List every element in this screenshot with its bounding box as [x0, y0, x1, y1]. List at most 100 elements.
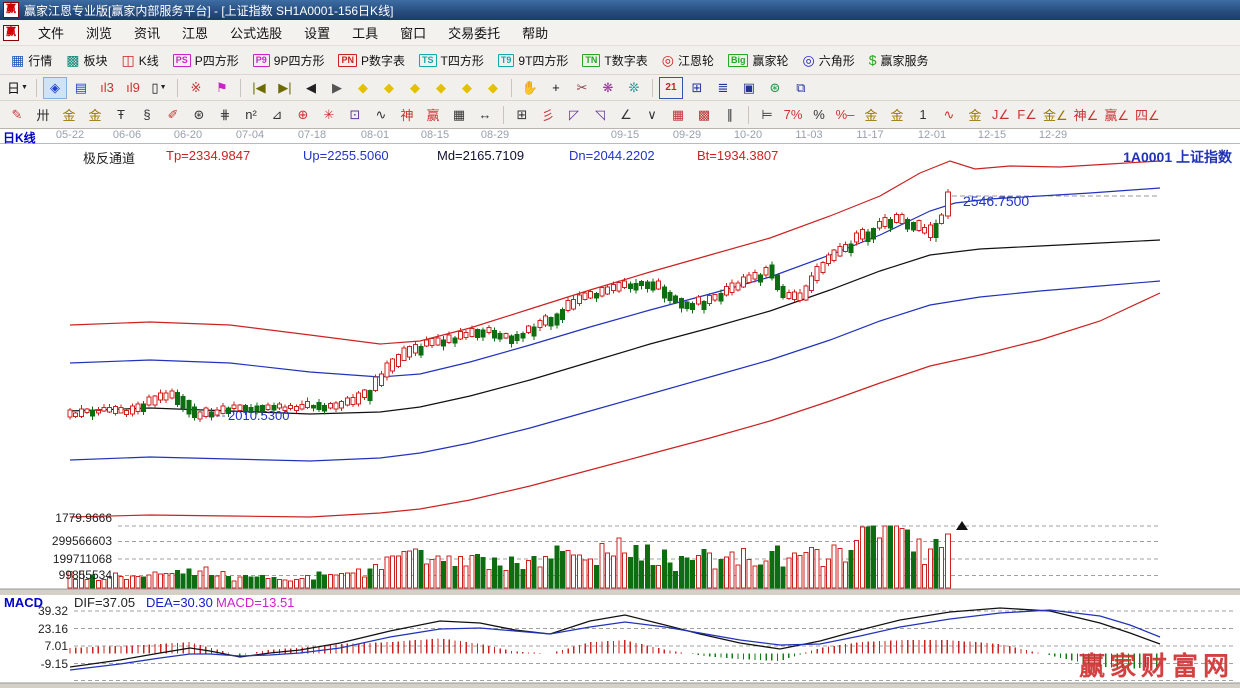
winner-wheel-button[interactable]: Big赢家轮	[721, 49, 796, 71]
goto-last-icon[interactable]: ▶|	[273, 77, 297, 99]
p-square-button[interactable]: PSP四方形	[166, 49, 246, 71]
menu-item-5[interactable]: 设置	[293, 23, 341, 42]
menu-item-9[interactable]: 帮助	[511, 23, 559, 42]
diamond-cross-icon[interactable]: ◆	[481, 77, 505, 99]
calendar-21-icon[interactable]: 21	[659, 77, 683, 99]
candle-style-button[interactable]: ▯▼	[147, 77, 171, 99]
spiral-icon[interactable]: §	[135, 104, 159, 126]
ruler-lines-icon[interactable]: ⋕	[213, 104, 237, 126]
calculator-icon[interactable]: ⊞	[685, 77, 709, 99]
step-back-icon[interactable]: ◀	[299, 77, 323, 99]
spacing-icon[interactable]: ↔	[473, 104, 497, 126]
parallel-lines-icon[interactable]: ∥	[718, 104, 742, 126]
grid-red2-icon[interactable]: ▩	[692, 104, 716, 126]
zigzag-icon[interactable]: ∿	[369, 104, 393, 126]
shen-tool-icon[interactable]: 神	[395, 104, 419, 126]
hexagon-button[interactable]: ◎六角形	[796, 49, 862, 71]
seven-percent-icon[interactable]: 7%	[781, 104, 805, 126]
fan-lines-icon[interactable]: 彡	[536, 104, 560, 126]
golden-circle-icon[interactable]: 金	[859, 104, 883, 126]
target-icon[interactable]: ⊕	[291, 104, 315, 126]
gann-flower-icon[interactable]: ❋	[596, 77, 620, 99]
save-icon[interactable]: ▣	[737, 77, 761, 99]
bars-3-icon[interactable]: ıl3	[95, 77, 119, 99]
t-number-table-button[interactable]: TNT数字表	[575, 49, 654, 71]
diamond-compress-icon[interactable]: ◆	[429, 77, 453, 99]
note-pen-icon[interactable]: 1	[911, 104, 935, 126]
four-angle-icon[interactable]: 四∠	[1133, 104, 1162, 126]
cycle-icon[interactable]: ❊	[622, 77, 646, 99]
diamond-fit-icon[interactable]: ◆	[455, 77, 479, 99]
percent-line-icon[interactable]: %–	[833, 104, 857, 126]
kline-button[interactable]: ◫K线	[115, 49, 166, 71]
boxed-star-icon[interactable]: ⊡	[343, 104, 367, 126]
quotes-button-label: 行情	[28, 52, 52, 69]
fib-lines-icon[interactable]: Ŧ	[109, 104, 133, 126]
date-tick-label: 11-17	[847, 129, 893, 141]
diamond-expand-icon[interactable]: ◆	[403, 77, 427, 99]
crosshair-icon[interactable]: +	[544, 77, 568, 99]
pen-tool-icon[interactable]: ✎	[5, 104, 29, 126]
sectors-button[interactable]: ▩板块	[59, 49, 114, 71]
n-square-icon[interactable]: n²	[239, 104, 263, 126]
t-square-button[interactable]: TST四方形	[412, 49, 491, 71]
angle-ruler-icon[interactable]: ⊿	[265, 104, 289, 126]
kline-button-label: K线	[139, 52, 159, 69]
diamond-left-icon[interactable]: ◆	[351, 77, 375, 99]
percent-icon[interactable]: %	[807, 104, 831, 126]
period-day-button[interactable]: 日▼	[5, 77, 30, 99]
measure-icon[interactable]: ✂	[570, 77, 594, 99]
9t-square-button[interactable]: T99T四方形	[491, 49, 576, 71]
menu-item-8[interactable]: 交易委托	[437, 23, 511, 42]
wave-red-icon[interactable]: ∿	[937, 104, 961, 126]
golden-under-icon[interactable]: 金	[963, 104, 987, 126]
hand-pan-icon[interactable]: ✋	[518, 77, 542, 99]
ying-angle-icon[interactable]: 赢∠	[1102, 104, 1131, 126]
winner-service-button[interactable]: $赢家服务	[862, 49, 936, 71]
gann-grid-icon[interactable]: ◈	[43, 77, 67, 99]
menu-item-2[interactable]: 资讯	[123, 23, 171, 42]
menu-item-3[interactable]: 江恩	[171, 23, 219, 42]
golden-lines-icon[interactable]: 金	[57, 104, 81, 126]
ying-tool-icon[interactable]: 赢	[421, 104, 445, 126]
print-icon[interactable]: ⧉	[789, 77, 813, 99]
9p-square-button[interactable]: P99P四方形	[246, 49, 332, 71]
bars-9-icon[interactable]: ıl9	[121, 77, 145, 99]
box-ruler-icon[interactable]: ⊞	[510, 104, 534, 126]
notes-icon[interactable]: ≣	[711, 77, 735, 99]
marker-pen-icon[interactable]: ✐	[161, 104, 185, 126]
percent-ruler-icon[interactable]: ⊨	[755, 104, 779, 126]
angle-lines-icon[interactable]: ∠	[614, 104, 638, 126]
grid-red-icon[interactable]: ▦	[666, 104, 690, 126]
pattern-red-icon[interactable]: ※	[184, 77, 208, 99]
volume-axis-label-3: 99855534	[0, 568, 112, 582]
gann-lines-icon[interactable]: 卅	[31, 104, 55, 126]
info-doc-icon[interactable]: ▤	[69, 77, 93, 99]
shen-angle-icon[interactable]: 神∠	[1072, 104, 1101, 126]
web-export-icon[interactable]: ⊛	[763, 77, 787, 99]
menu-item-6[interactable]: 工具	[341, 23, 389, 42]
gold-angle-icon[interactable]: 金∠	[1041, 104, 1070, 126]
flag-icon[interactable]: ⚑	[210, 77, 234, 99]
star-burst-icon[interactable]: ✳	[317, 104, 341, 126]
quotes-button[interactable]: ▦行情	[4, 49, 59, 71]
j-angle-icon[interactable]: J∠	[989, 104, 1013, 126]
v-lines-icon[interactable]: ∨	[640, 104, 664, 126]
step-forward-icon[interactable]: ▶	[325, 77, 349, 99]
golden-rule-icon[interactable]: 金	[885, 104, 909, 126]
gann-wheel-button[interactable]: ◎江恩轮	[655, 49, 721, 71]
golden-lines2-icon[interactable]: 金	[83, 104, 107, 126]
fan-box2-icon[interactable]: ◹	[588, 104, 612, 126]
menu-item-1[interactable]: 浏览	[75, 23, 123, 42]
f-angle-icon[interactable]: F∠	[1015, 104, 1039, 126]
p-number-table-button[interactable]: PNP数字表	[331, 49, 412, 71]
gann-circle-icon[interactable]: ⊛	[187, 104, 211, 126]
fan-box-icon[interactable]: ◸	[562, 104, 586, 126]
menu-item-0[interactable]: 文件	[27, 23, 75, 42]
goto-first-icon[interactable]: |◀	[247, 77, 271, 99]
diamond-right-icon[interactable]: ◆	[377, 77, 401, 99]
grid-123-icon[interactable]: ▦	[447, 104, 471, 126]
menu-item-7[interactable]: 窗口	[389, 23, 437, 42]
price-axis-bottom-label: 1779.9666	[0, 511, 112, 525]
menu-item-4[interactable]: 公式选股	[219, 23, 293, 42]
